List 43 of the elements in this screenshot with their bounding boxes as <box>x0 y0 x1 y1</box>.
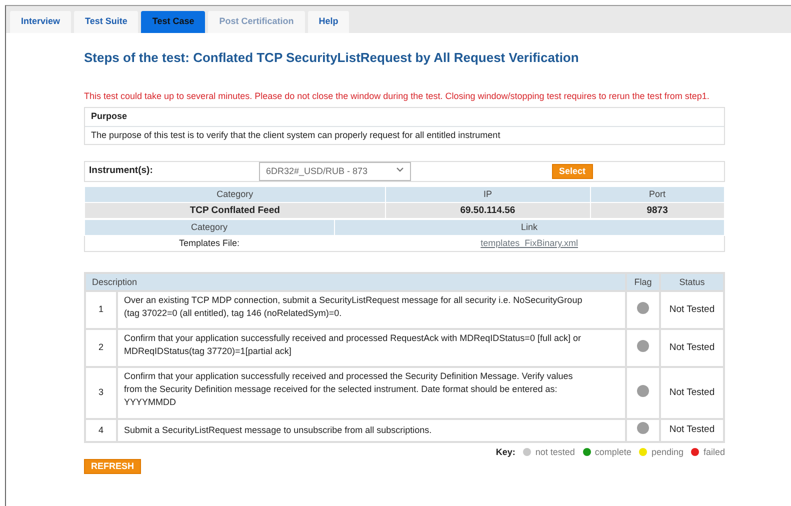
step-description: Submit a SecurityListRequest message to unsubscribe from all subscriptions. <box>117 419 626 442</box>
status-cell: Not Tested <box>660 329 724 368</box>
refresh-button[interactable]: REFRESH <box>84 459 142 474</box>
step-number: 3 <box>85 367 117 420</box>
step-number: 4 <box>85 419 117 442</box>
step-number: 2 <box>85 329 117 368</box>
tab[interactable]: Help <box>308 11 350 33</box>
status-cell: Not Tested <box>660 291 724 330</box>
legend-label: failed <box>703 446 725 459</box>
step-number: 1 <box>85 291 117 330</box>
key-label: Key: <box>496 446 516 459</box>
legend-label: not tested <box>535 446 575 459</box>
column-header: Status <box>660 273 724 292</box>
step-description: Over an existing TCP MDP connection, submit a SecurityListRequest message for all security i.e. NoSecurityGroup (tag 37022=0 (all entitled), tag 146 (noRelatedSym)=0. <box>117 291 626 330</box>
purpose-heading: Purpose <box>85 108 724 127</box>
table-cell: 9873 <box>590 202 724 219</box>
column-header: Flag <box>626 273 660 292</box>
chevron-down-icon <box>396 166 404 173</box>
column-header: Description <box>85 273 626 292</box>
status-cell: Not Tested <box>660 367 724 420</box>
table-cell: 69.50.114.56 <box>385 202 590 219</box>
instrument-select[interactable]: 6DR32#_USD/RUB - 873 <box>259 162 411 182</box>
page-title: Steps of the test: Conflated TCP SecurityListRequest by All Request Verification <box>84 50 580 66</box>
select-button[interactable]: Select <box>552 164 593 180</box>
tab[interactable]: Test Suite <box>74 11 138 33</box>
column-header: Category <box>84 186 386 203</box>
status-cell: Not Tested <box>660 419 724 442</box>
legend-label: complete <box>594 446 632 459</box>
tab[interactable]: Test Case <box>141 11 206 33</box>
warning-text: This test could take up to several minutes. Please do not close the window during the test. Closing window/stopping test requires to rerun the test from step1. <box>84 90 710 103</box>
column-header: Category <box>84 220 334 236</box>
tab[interactable]: Interview <box>10 11 72 33</box>
table-cell: TCP Conflated Feed <box>84 202 386 219</box>
step-description: Confirm that your application successfully received and processed RequestAck with MDReqIDStatus=0 [full ack] or MDReqIDStatus(tag 37720)=1[partial ack] <box>117 329 626 368</box>
table-cell: Templates File: <box>84 236 334 252</box>
file-link[interactable]: templates_FixBinary.xml <box>480 238 578 248</box>
column-header: Port <box>590 186 724 203</box>
step-description: Confirm that your application successfully received and processed the Security Definition Message. Verify values from the Security Definition message received for the selected instrument. Date format should be entered as: YYYYMMDD <box>117 367 626 420</box>
column-header: Link <box>334 220 724 236</box>
column-header: IP <box>385 186 590 203</box>
purpose-text: The purpose of this test is to verify that the client system can properly request for all entitled instrument <box>90 128 502 142</box>
instrument-label: Instrument(s): <box>89 164 154 178</box>
legend-label: pending <box>651 446 684 459</box>
